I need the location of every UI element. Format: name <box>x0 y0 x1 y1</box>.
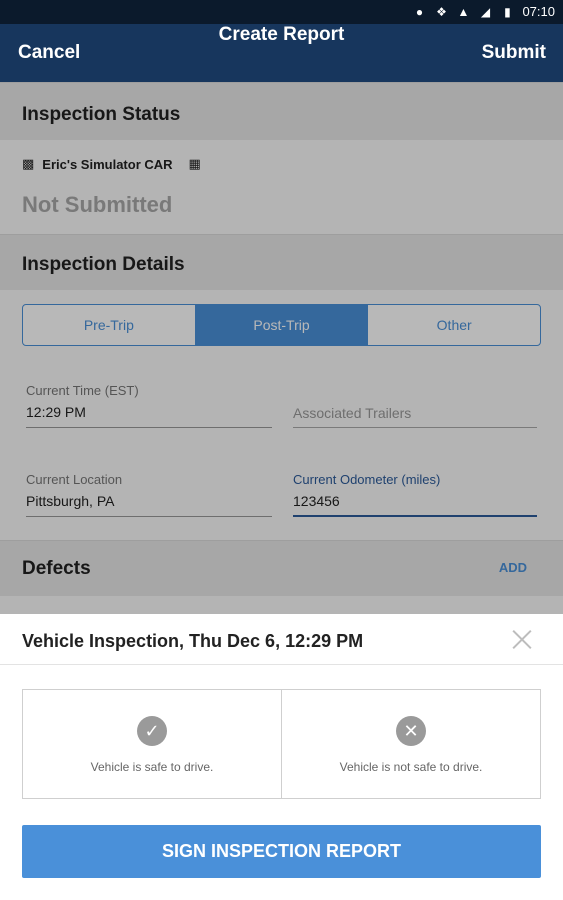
submit-button[interactable]: Submit <box>482 42 546 64</box>
cancel-button[interactable]: Cancel <box>18 42 80 64</box>
sheet-divider <box>0 664 563 665</box>
safe-to-drive-label: Vehicle is safe to drive. <box>90 760 214 774</box>
not-safe-to-drive-option[interactable]: ✕ Vehicle is not safe to drive. <box>282 690 540 798</box>
page-title: Create Report <box>218 24 345 45</box>
system-status-bar: ● ❖ ▲ ◢ ▮ 07:10 <box>0 0 563 24</box>
inspection-bottom-sheet: Vehicle Inspection, Thu Dec 6, 12:29 PM … <box>0 614 563 900</box>
safe-to-drive-option[interactable]: ✓ Vehicle is safe to drive. <box>23 690 282 798</box>
checkmark-icon: ✓ <box>137 716 167 746</box>
close-icon[interactable] <box>511 628 533 650</box>
clock: 07:10 <box>522 4 555 19</box>
x-circle-icon: ✕ <box>396 716 426 746</box>
battery-icon: ▮ <box>504 4 511 19</box>
location-icon: ● <box>415 4 424 19</box>
app-bar: Cancel Create Report Submit <box>0 24 563 82</box>
sheet-title: Vehicle Inspection, Thu Dec 6, 12:29 PM <box>22 631 364 651</box>
not-safe-to-drive-label: Vehicle is not safe to drive. <box>339 760 483 774</box>
signal-icon: ◢ <box>480 4 491 19</box>
sign-inspection-report-button[interactable]: SIGN INSPECTION REPORT <box>22 825 541 878</box>
bluetooth-icon: ❖ <box>436 4 447 19</box>
safety-choices: ✓ Vehicle is safe to drive. ✕ Vehicle is… <box>22 689 541 799</box>
modal-scrim[interactable] <box>0 82 563 614</box>
wifi-icon: ▲ <box>457 4 470 19</box>
